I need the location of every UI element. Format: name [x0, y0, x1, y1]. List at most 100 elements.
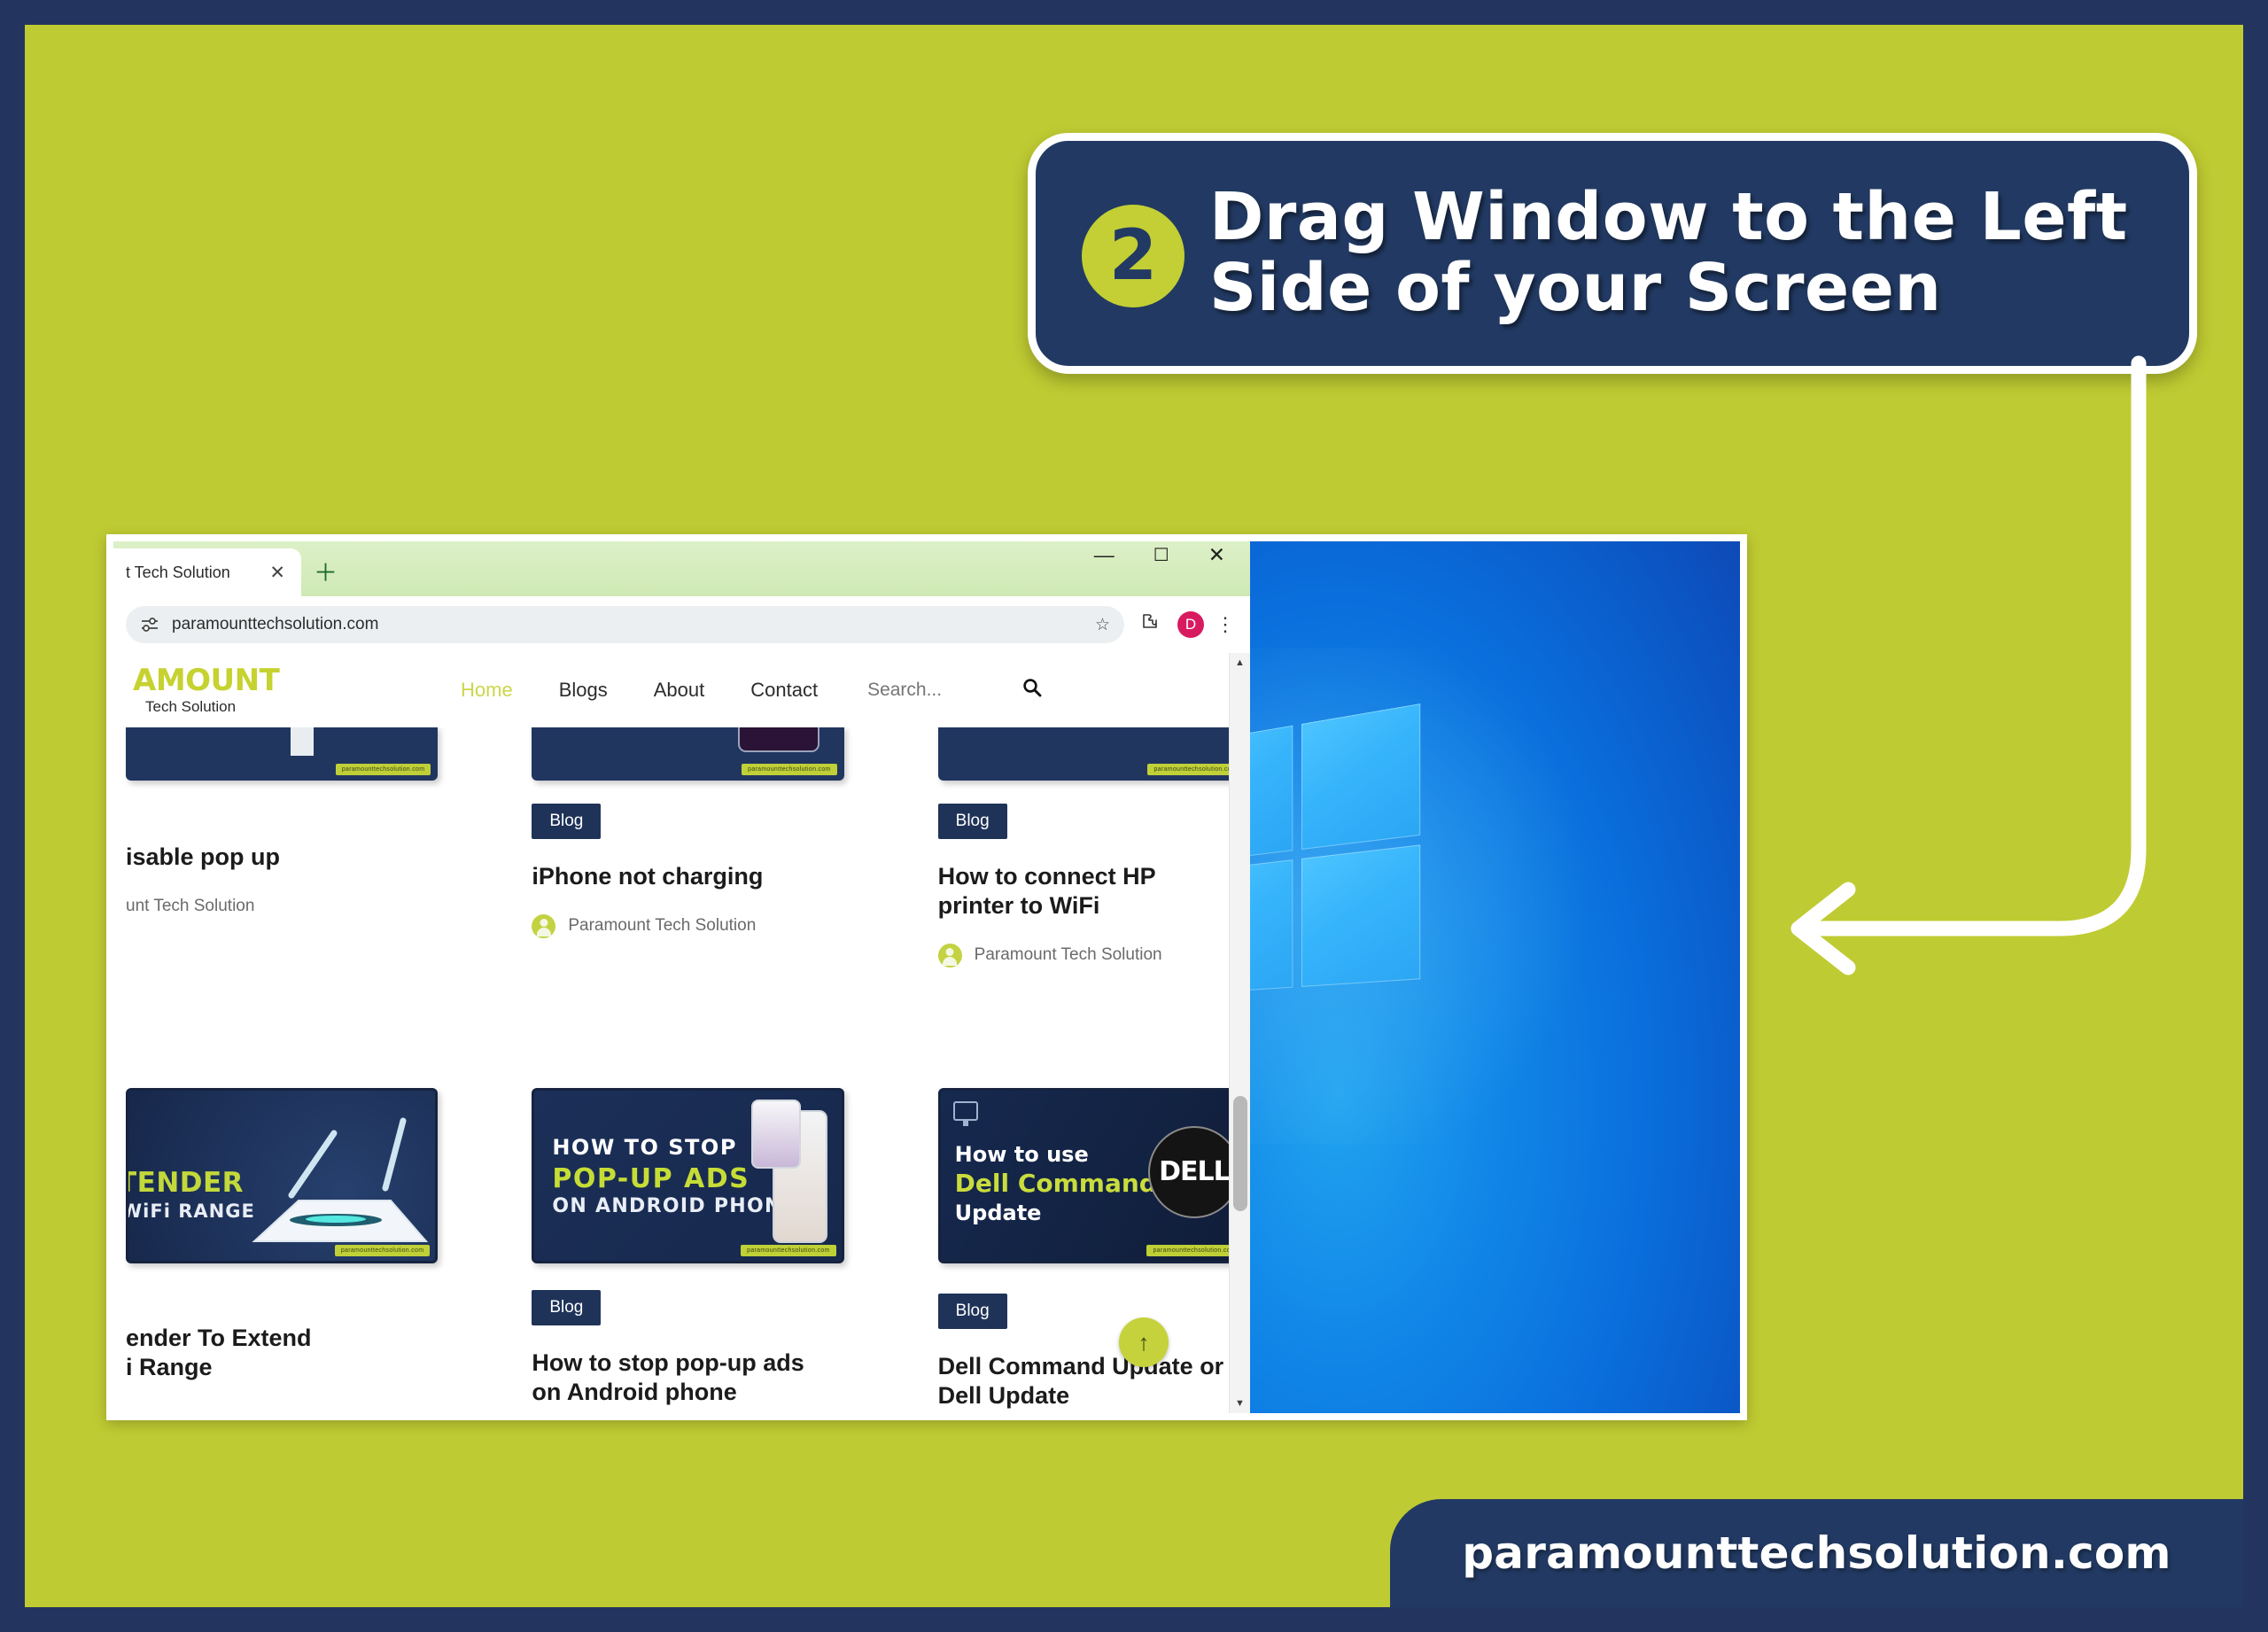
new-tab-button[interactable]: ＋ [314, 562, 338, 586]
logo-tagline: Tech Solution [145, 697, 237, 715]
thumbnail-headline-1: How to use [954, 1141, 1089, 1167]
minimize-button[interactable]: — [1094, 545, 1115, 565]
site-logo[interactable]: AMOUNT Tech Solution [126, 665, 347, 716]
author-avatar [532, 913, 556, 938]
thumbnail-watermark: paramounttechsolution.com [741, 1244, 836, 1256]
blog-card-grid: paramounttechsolution.com isable pop up … [113, 727, 1250, 1413]
blog-card[interactable]: TENDER WiFi RANGE paramounttechsolution.… [126, 1087, 439, 1411]
card-thumbnail: TENDER WiFi RANGE paramounttechsolution.… [126, 1087, 439, 1263]
thumbnail-watermark: paramounttechsolution.com [334, 1244, 431, 1256]
step-banner-body: 2 Drag Window to the Left Side of your S… [1028, 133, 2197, 374]
card-row-2: TENDER WiFi RANGE paramounttechsolution.… [113, 1087, 1250, 1411]
browser-tab[interactable]: t Tech Solution ✕ [113, 548, 301, 596]
logo-wordmark: AMOUNT [133, 662, 280, 698]
windows-logo-pane [1301, 844, 1421, 987]
card-category-chip[interactable]: Blog [937, 804, 1007, 839]
card-thumbnail: paramounttechsolution.com [532, 727, 844, 781]
thumbnail-headline-1: HOW TO STOP [552, 1134, 737, 1160]
dell-wordmark: DELL [1159, 1156, 1231, 1188]
profile-avatar[interactable]: D [1177, 611, 1204, 638]
tab-title: t Tech Solution [126, 563, 230, 581]
thumbnail-headline-3: ON ANDROID PHONE [552, 1194, 797, 1217]
blog-card[interactable]: HOW TO STOP POP-UP ADS ON ANDROID PHONE … [532, 1087, 844, 1411]
card-category-chip[interactable]: Blog [937, 1293, 1007, 1329]
card-category-chip[interactable]: Blog [532, 804, 602, 839]
card-thumbnail: paramounttechsolution.com [937, 727, 1250, 781]
tune-icon[interactable] [140, 617, 159, 633]
card-byline: Paramount Tech Solution [532, 913, 843, 938]
scroll-to-top-button[interactable]: ↑ [1119, 1317, 1169, 1367]
card-byline: unt Tech Solution [126, 897, 438, 916]
windows-desktop-wallpaper [1250, 541, 1740, 1413]
step-banner: 2 Drag Window to the Left Side of your S… [1028, 133, 2197, 374]
address-bar[interactable]: paramounttechsolution.com ☆ [126, 606, 1124, 643]
page-scrollbar[interactable]: ▲ ▼ [1229, 653, 1250, 1413]
nav-item-contact[interactable]: Contact [750, 679, 818, 702]
url-text: paramounttechsolution.com [172, 615, 379, 633]
tab-close-icon[interactable]: ✕ [264, 563, 291, 582]
thumbnail-headline-1: TENDER [126, 1166, 245, 1199]
nav-item-home[interactable]: Home [461, 679, 513, 702]
blog-card[interactable]: paramounttechsolution.com Blog iPhone no… [532, 727, 844, 968]
puzzle-icon[interactable] [1131, 612, 1169, 637]
screenshot-composite: t Tech Solution ✕ ＋ — ☐ ✕ paramounttechs… [106, 534, 1747, 1420]
search-input[interactable] [867, 680, 983, 701]
card-title[interactable]: How to stop pop-up ads on Android phone [532, 1348, 843, 1407]
poster-canvas: 2 Drag Window to the Left Side of your S… [25, 25, 2243, 1607]
card-title[interactable]: Dell Command Update or Dell Update [938, 1352, 1250, 1411]
card-title[interactable]: iPhone not charging [532, 862, 843, 891]
step-banner-line1: Drag Window to the Left [1209, 179, 2128, 256]
screenshot-inner: t Tech Solution ✕ ＋ — ☐ ✕ paramounttechs… [113, 541, 1740, 1413]
maximize-button[interactable]: ☐ [1153, 547, 1169, 564]
windows-logo-pane [1250, 859, 1293, 995]
thumbnail-watermark: paramounttechsolution.com [1146, 1244, 1242, 1256]
window-controls: — ☐ ✕ [1094, 545, 1245, 565]
author-avatar [937, 943, 962, 968]
tab-strip: t Tech Solution ✕ ＋ — ☐ ✕ [113, 541, 1250, 596]
step-banner-line2: Side of your Screen [1209, 250, 1942, 326]
nav-item-about[interactable]: About [654, 679, 705, 702]
page-viewport: AMOUNT Tech Solution Home Blogs About Co… [113, 653, 1250, 1413]
site-search [867, 677, 1043, 704]
windows-logo-pane [1301, 703, 1421, 850]
card-author: Paramount Tech Solution [974, 945, 1162, 965]
thumbnail-headline-2: Dell Command [954, 1168, 1157, 1198]
card-thumbnail: paramounttechsolution.com [126, 727, 439, 781]
blog-card[interactable]: paramounttechsolution.com Blog How to co… [937, 727, 1250, 968]
nav-item-blogs[interactable]: Blogs [559, 679, 608, 702]
chrome-browser-window: t Tech Solution ✕ ＋ — ☐ ✕ paramounttechs… [113, 541, 1250, 1413]
browser-toolbar: paramounttechsolution.com ☆ D ⋮ [113, 596, 1250, 653]
card-author: Paramount Tech Solution [568, 916, 757, 936]
search-icon[interactable] [1021, 677, 1043, 704]
monitor-icon [952, 1100, 978, 1121]
card-thumbnail: HOW TO STOP POP-UP ADS ON ANDROID PHONE … [532, 1087, 844, 1263]
dell-logo: DELL [1147, 1125, 1240, 1218]
thumbnail-watermark: paramounttechsolution.com [335, 764, 431, 775]
card-title[interactable]: ender To Extend i Range [126, 1324, 438, 1382]
thumbnail-watermark: paramounttechsolution.com [742, 764, 837, 775]
phone-mockup-back [750, 1099, 801, 1169]
curved-left-arrow-icon [1790, 355, 2147, 975]
card-byline: Paramount Tech Solution [937, 943, 1250, 968]
card-author: unt Tech Solution [126, 896, 255, 915]
card-title[interactable]: How to connect HP printer to WiFi [938, 862, 1204, 921]
card-category-chip[interactable]: Blog [532, 1289, 602, 1325]
thumbnail-headline-3: Update [954, 1200, 1042, 1225]
blog-card[interactable]: How to use Dell Command Update DELL para… [937, 1087, 1250, 1411]
footer-bar: paramounttechsolution.com [1390, 1499, 2243, 1607]
windows-logo-pane [1250, 725, 1293, 864]
step-number-badge: 2 [1082, 205, 1184, 307]
chrome-menu-icon[interactable]: ⋮ [1213, 613, 1238, 636]
blog-card[interactable]: paramounttechsolution.com isable pop up … [126, 727, 439, 968]
site-header: AMOUNT Tech Solution Home Blogs About Co… [113, 653, 1250, 727]
bookmark-star-icon[interactable]: ☆ [1095, 615, 1110, 635]
windows-logo [1250, 703, 1428, 998]
scrollbar-down-arrow[interactable]: ▼ [1230, 1394, 1250, 1413]
card-title[interactable]: isable pop up [126, 843, 438, 872]
card-row-1: paramounttechsolution.com isable pop up … [113, 727, 1250, 968]
close-window-button[interactable]: ✕ [1208, 545, 1225, 565]
scrollbar-thumb[interactable] [1233, 1096, 1247, 1211]
thumbnail-headline-2: POP-UP ADS [552, 1162, 750, 1194]
scrollbar-up-arrow[interactable]: ▲ [1230, 653, 1250, 672]
step-banner-text: Drag Window to the Left Side of your Scr… [1209, 182, 2128, 326]
